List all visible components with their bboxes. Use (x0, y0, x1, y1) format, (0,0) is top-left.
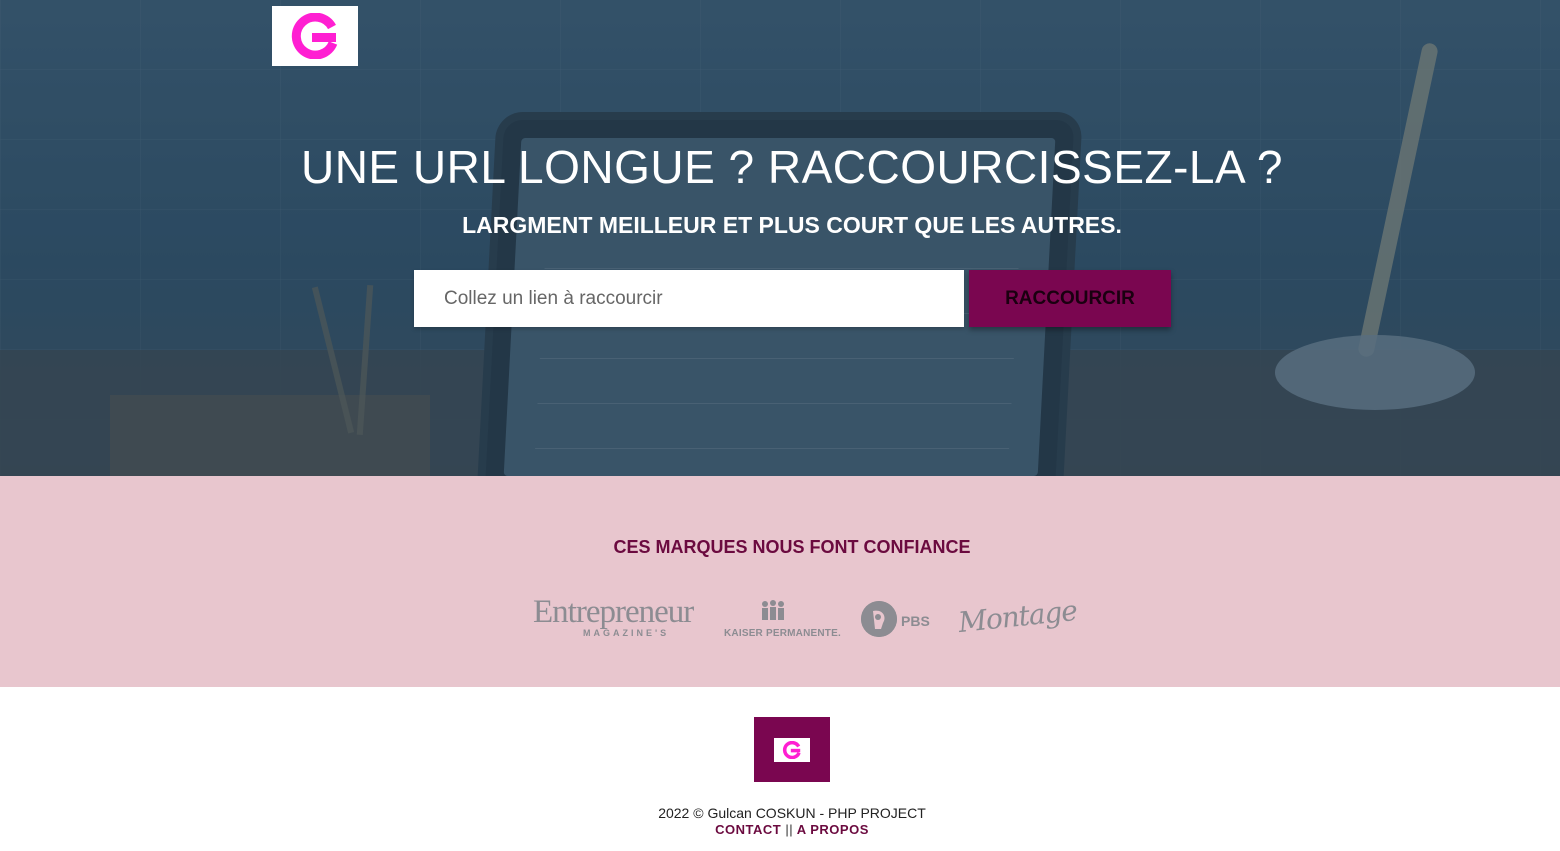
entrepreneur-logo: Entrepreneur (533, 594, 694, 630)
contact-link[interactable]: CONTACT (715, 822, 781, 837)
hero-title: UNE URL LONGUE ? RACCOURCISSEZ-LA ? (300, 141, 1284, 193)
brands-heading: CES MARQUES NOUS FONT CONFIANCE (613, 537, 971, 557)
shorten-button[interactable]: RACCOURCIR (969, 270, 1171, 327)
footer-logo-link[interactable] (754, 717, 830, 782)
pbs-head-icon (861, 601, 897, 637)
hero-section: UNE URL LONGUE ? RACCOURCISSEZ-LA ? LARG… (0, 0, 1560, 476)
footer-logo-badge (774, 737, 810, 762)
copyright-text: 2022 © Gulcan COSKUN - PHP PROJECT (658, 805, 926, 821)
about-link[interactable]: A PROPOS (797, 822, 869, 837)
g-logo-icon (291, 13, 338, 59)
pbs-logo: PBS (901, 613, 930, 629)
kaiser-permanente-logo: KAISER PERMANENTE. (724, 628, 841, 639)
brands-section: CES MARQUES NOUS FONT CONFIANCE Entrepre… (0, 476, 1560, 687)
url-input[interactable] (414, 270, 964, 327)
montage-logo: Montage (956, 593, 1079, 640)
footer-links: CONTACT || A PROPOS (0, 822, 1560, 837)
kaiser-people-icon (762, 600, 784, 620)
entrepreneur-logo-subtext: MAGAZINE'S (583, 628, 670, 638)
footer: 2022 © Gulcan COSKUN - PHP PROJECT CONTA… (0, 687, 1560, 851)
shorten-form: RACCOURCIR (414, 270, 1171, 327)
footer-link-separator: || (785, 822, 794, 837)
hero-subtitle: LARGMENT MEILLEUR ET PLUS COURT QUE LES … (462, 212, 1122, 238)
header-logo-link[interactable] (272, 6, 358, 66)
g-logo-icon (782, 740, 801, 759)
